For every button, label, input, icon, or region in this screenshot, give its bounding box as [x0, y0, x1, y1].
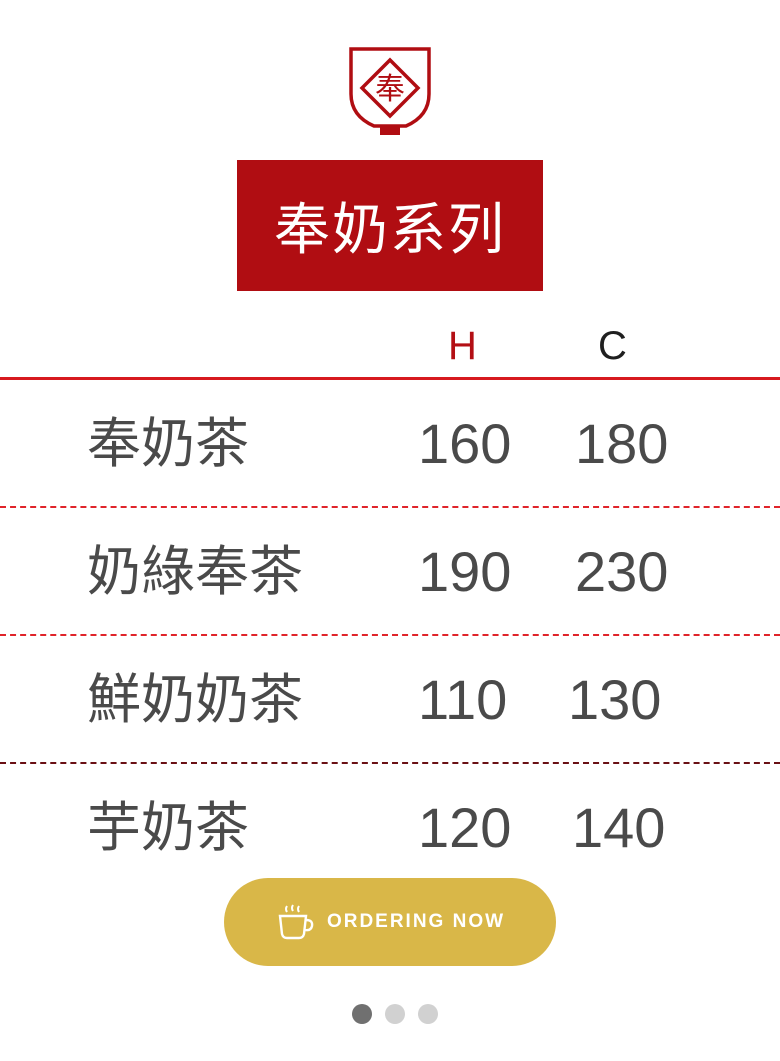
price-cold: 230	[575, 540, 669, 603]
ordering-now-label: ORDERING NOW	[326, 911, 506, 932]
shield-logo-icon: 奉	[349, 47, 431, 135]
menu-row: 芋奶茶 120 140	[0, 764, 780, 892]
page-dot-2[interactable]	[385, 1004, 405, 1024]
menu-row: 奶綠奉茶 190 230	[0, 508, 780, 636]
price-cold: 180	[575, 412, 669, 475]
series-title: 奉奶系列	[237, 160, 543, 291]
page-dot-3[interactable]	[418, 1004, 438, 1024]
column-header-hot: H	[448, 324, 477, 368]
price-hot: 160	[418, 412, 512, 475]
brand-logo: 奉	[348, 46, 432, 138]
item-name: 奉奶茶	[87, 412, 249, 475]
price-hot: 110	[418, 668, 508, 731]
item-name: 奶綠奉茶	[87, 540, 303, 603]
item-name: 芋奶茶	[87, 796, 249, 859]
logo-char: 奉	[375, 72, 405, 107]
column-header-cold: C	[598, 324, 627, 368]
price-hot: 190	[418, 540, 512, 603]
menu-row: 鮮奶奶茶 110 130	[0, 636, 780, 764]
menu-row: 奉奶茶 160 180	[0, 380, 780, 508]
item-name: 鮮奶奶茶	[87, 668, 303, 731]
price-hot: 120	[418, 796, 512, 859]
coffee-cup-icon	[278, 904, 314, 940]
page-dot-1[interactable]	[352, 1004, 372, 1024]
carousel-pagination	[352, 1004, 438, 1024]
price-cold: 140	[572, 796, 666, 859]
ordering-now-button[interactable]: ORDERING NOW	[224, 878, 556, 966]
price-cold: 130	[568, 668, 662, 731]
